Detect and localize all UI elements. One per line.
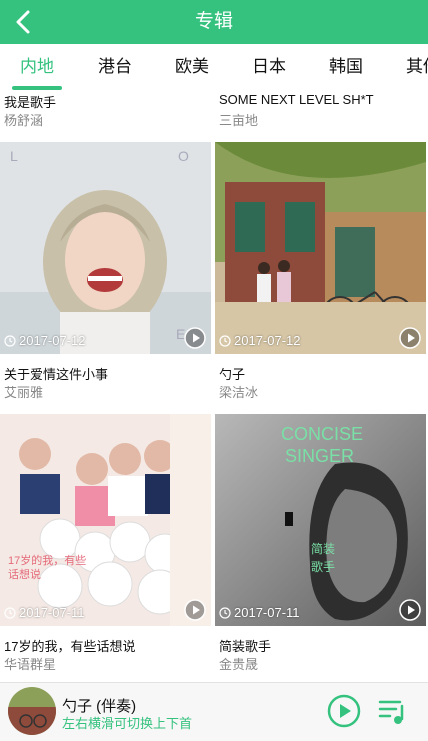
- release-date: 2017-07-11: [4, 605, 85, 620]
- clock-icon: [4, 334, 16, 347]
- clock-icon: [4, 606, 16, 619]
- album-name: 简装歌手: [219, 639, 272, 654]
- play-icon[interactable]: [399, 327, 421, 349]
- play-icon[interactable]: [184, 327, 206, 349]
- cover-title-line: CONCISE: [281, 424, 364, 444]
- release-date-text: 2017-07-12: [234, 333, 301, 348]
- app-header: 专辑: [0, 0, 428, 44]
- release-date: 2017-07-12: [219, 333, 301, 348]
- tab-other[interactable]: 其他: [406, 44, 428, 90]
- album-card[interactable]: 2017-07-12 勺子 梁洁冰: [215, 142, 426, 406]
- album-name: 关于爱情这件小事: [4, 367, 109, 382]
- cover-letter: O: [178, 148, 189, 164]
- tab-western[interactable]: 欧美: [175, 44, 209, 90]
- album-card[interactable]: CONCISE SINGER 简装 歌手 2017-07-11 简装歌手 金贵晟: [215, 414, 426, 682]
- album-name: SOME NEXT LEVEL SH*T: [219, 92, 374, 107]
- album-card[interactable]: L O E 2017-07-12 关于爱情这件小事 艾丽雅: [0, 142, 211, 406]
- album-grid: 我是歌手 杨舒涵 SOME NEXT LEVEL SH*T 三亩地 L O E: [0, 90, 428, 682]
- album-artist: 三亩地: [219, 113, 259, 128]
- album-cover[interactable]: 2017-07-12: [215, 142, 426, 354]
- album-name: 17岁的我，有些话想说: [4, 639, 136, 654]
- album-card[interactable]: SOME NEXT LEVEL SH*T 三亩地: [215, 90, 426, 140]
- album-card[interactable]: 我是歌手 杨舒涵: [0, 90, 211, 140]
- album-cover[interactable]: L O E 2017-07-12: [0, 142, 211, 354]
- cover-letter: L: [10, 148, 18, 164]
- album-artist: 艾丽雅: [4, 385, 44, 400]
- tab-hk-tw[interactable]: 港台: [98, 44, 132, 90]
- now-playing-art: [8, 687, 56, 735]
- album-cover-art: [0, 414, 211, 626]
- album-cover-art: [0, 142, 211, 354]
- album-name: 勺子: [219, 367, 246, 382]
- release-date: 2017-07-11: [219, 605, 300, 620]
- region-tabs: 内地 港台 欧美 日本 韩国 其他: [0, 44, 428, 90]
- now-playing-hint: 左右横滑可切换上下首: [62, 716, 193, 731]
- cover-title-line: 简装: [311, 542, 336, 556]
- album-artist: 华语群星: [4, 657, 57, 672]
- play-icon[interactable]: [184, 599, 206, 621]
- tab-mainland[interactable]: 内地: [20, 44, 54, 90]
- tab-korea[interactable]: 韩国: [329, 44, 363, 90]
- release-date-text: 2017-07-11: [234, 605, 300, 620]
- release-date: 2017-07-12: [4, 333, 86, 348]
- playlist-icon[interactable]: [378, 697, 408, 725]
- page-title: 专辑: [194, 11, 233, 32]
- album-cover[interactable]: 17岁的我，有些话想说 2017-07-11: [0, 414, 211, 626]
- cover-caption: 17岁的我，有些话想说: [8, 555, 87, 581]
- cover-title-line: 歌手: [311, 560, 336, 574]
- album-artist: 梁洁冰: [219, 385, 259, 400]
- cover-title-line: SINGER: [285, 446, 355, 466]
- album-cover[interactable]: CONCISE SINGER 简装 歌手 2017-07-11: [215, 414, 426, 626]
- release-date-text: 2017-07-12: [19, 333, 86, 348]
- play-icon[interactable]: [327, 694, 361, 728]
- mini-player[interactable]: 勺子 (伴奏) 左右横滑可切换上下首: [0, 682, 428, 741]
- clock-icon: [219, 334, 231, 347]
- play-icon[interactable]: [399, 599, 421, 621]
- clock-icon: [219, 606, 231, 619]
- album-name: 我是歌手: [4, 95, 57, 110]
- album-cover-art: [215, 142, 426, 354]
- album-artist: 金贵晟: [219, 657, 259, 672]
- release-date-text: 2017-07-11: [19, 605, 85, 620]
- tab-japan[interactable]: 日本: [252, 44, 286, 90]
- album-artist: 杨舒涵: [4, 113, 44, 128]
- album-card[interactable]: 17岁的我，有些话想说 2017-07-11 17岁的我，有些话想说 华语群星: [0, 414, 211, 682]
- now-playing-cover[interactable]: [8, 687, 56, 735]
